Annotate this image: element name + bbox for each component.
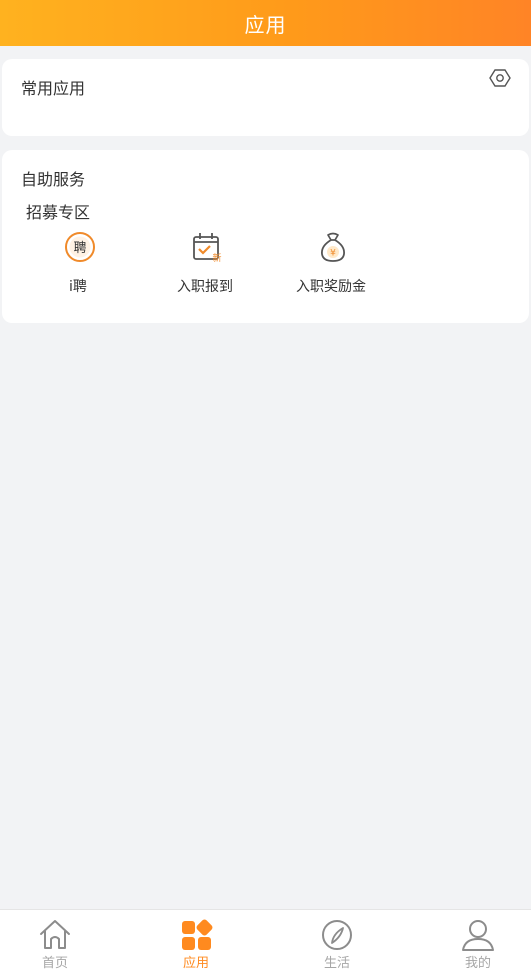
- page-title: 应用: [244, 12, 287, 37]
- common-apps-title: 常用应用: [21, 79, 86, 98]
- nav-item-home[interactable]: 首页: [15, 910, 95, 972]
- nav-label-mine: 我的: [464, 956, 491, 971]
- settings-hexagon-icon: [489, 69, 511, 87]
- common-apps-card: 常用应用: [2, 59, 529, 136]
- user-icon: [462, 920, 494, 951]
- settings-button[interactable]: [489, 67, 511, 89]
- yuan-symbol-text: ¥: [330, 249, 336, 259]
- recruit-badge-text: 聘: [73, 241, 86, 256]
- apps-grid-icon: [182, 919, 213, 950]
- app-header: 应用: [0, 0, 531, 46]
- nav-label-life: 生活: [323, 956, 350, 971]
- nav-label-apps: 应用: [182, 956, 209, 971]
- app-label: i聘: [69, 279, 87, 295]
- recruit-badge-icon: 聘: [65, 232, 95, 262]
- app-label: 入职报到: [177, 279, 233, 295]
- home-icon: [40, 920, 70, 949]
- new-badge-text: 新: [212, 252, 221, 264]
- self-service-card: 自助服务 招募专区 聘 i聘 新 入职报到 ¥ 入职奖励金: [2, 150, 529, 323]
- money-bag-icon: ¥: [321, 232, 345, 262]
- nav-item-life[interactable]: 生活: [297, 910, 377, 972]
- compass-icon: [322, 920, 352, 950]
- nav-item-mine[interactable]: 我的: [438, 910, 518, 972]
- calendar-check-icon: 新: [193, 233, 222, 264]
- nav-label-home: 首页: [41, 956, 68, 971]
- app-item-onboarding-checkin[interactable]: 新 入职报到: [145, 230, 265, 296]
- self-service-title: 自助服务: [21, 170, 86, 189]
- app-item-onboarding-bonus[interactable]: ¥ 入职奖励金: [271, 230, 391, 296]
- bottom-nav: 首页 应用 生活 我的: [0, 909, 531, 972]
- app-item-i-recruit[interactable]: 聘 i聘: [18, 230, 138, 296]
- nav-item-apps[interactable]: 应用: [156, 910, 236, 972]
- recruit-section-title: 招募专区: [26, 203, 91, 222]
- app-label: 入职奖励金: [296, 279, 366, 295]
